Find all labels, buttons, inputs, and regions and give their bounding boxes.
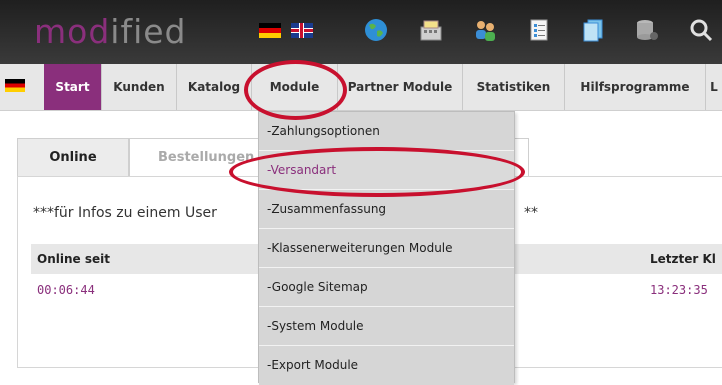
cell-letzter-klick[interactable]: 13:23:35 (650, 283, 708, 297)
cash-register-icon[interactable] (418, 17, 444, 43)
column-header-online-seit: Online seit (37, 252, 110, 266)
nav-hilfsprogramme[interactable]: Hilfsprogramme (565, 64, 706, 110)
main-nav: Start Kunden Katalog Module Partner Modu… (0, 64, 722, 111)
nav-katalog[interactable]: Katalog (177, 64, 252, 110)
logo[interactable]: modified (34, 14, 187, 50)
uk-flag-icon[interactable] (291, 23, 313, 38)
top-header: modified (0, 0, 722, 64)
database-icon[interactable] (634, 17, 660, 43)
annotation-circle-module (244, 60, 347, 120)
nav-kunden[interactable]: Kunden (102, 64, 177, 110)
tab-online[interactable]: Online (17, 138, 129, 176)
menu-item-google-sitemap[interactable]: -Google Sitemap (259, 268, 514, 307)
nav-partner-module[interactable]: Partner Module (338, 64, 463, 110)
users-icon[interactable] (472, 17, 498, 43)
menu-item-klassenerweiterungen[interactable]: -Klassenerweiterungen Module (259, 229, 514, 268)
german-flag-icon[interactable] (5, 79, 25, 92)
nav-start[interactable]: Start (44, 64, 102, 110)
globe-icon[interactable] (363, 17, 389, 43)
info-text-end: ** (524, 205, 538, 221)
nav-more[interactable]: L (706, 64, 722, 110)
german-flag-icon[interactable] (259, 23, 281, 38)
logo-part1: mod (34, 12, 111, 51)
cell-online-seit[interactable]: 00:06:44 (37, 283, 95, 297)
menu-item-export-module[interactable]: -Export Module (259, 346, 514, 385)
column-header-letzter-klick: Letzter Kl (650, 252, 716, 266)
menu-item-system-module[interactable]: -System Module (259, 307, 514, 346)
logo-part2: ified (110, 12, 187, 51)
annotation-circle-versandart (229, 147, 525, 197)
search-icon[interactable] (688, 17, 714, 43)
document-list-icon[interactable] (526, 17, 552, 43)
pages-icon[interactable] (580, 17, 606, 43)
info-text: ***für Infos zu einem User (33, 205, 217, 221)
nav-statistiken[interactable]: Statistiken (463, 64, 565, 110)
